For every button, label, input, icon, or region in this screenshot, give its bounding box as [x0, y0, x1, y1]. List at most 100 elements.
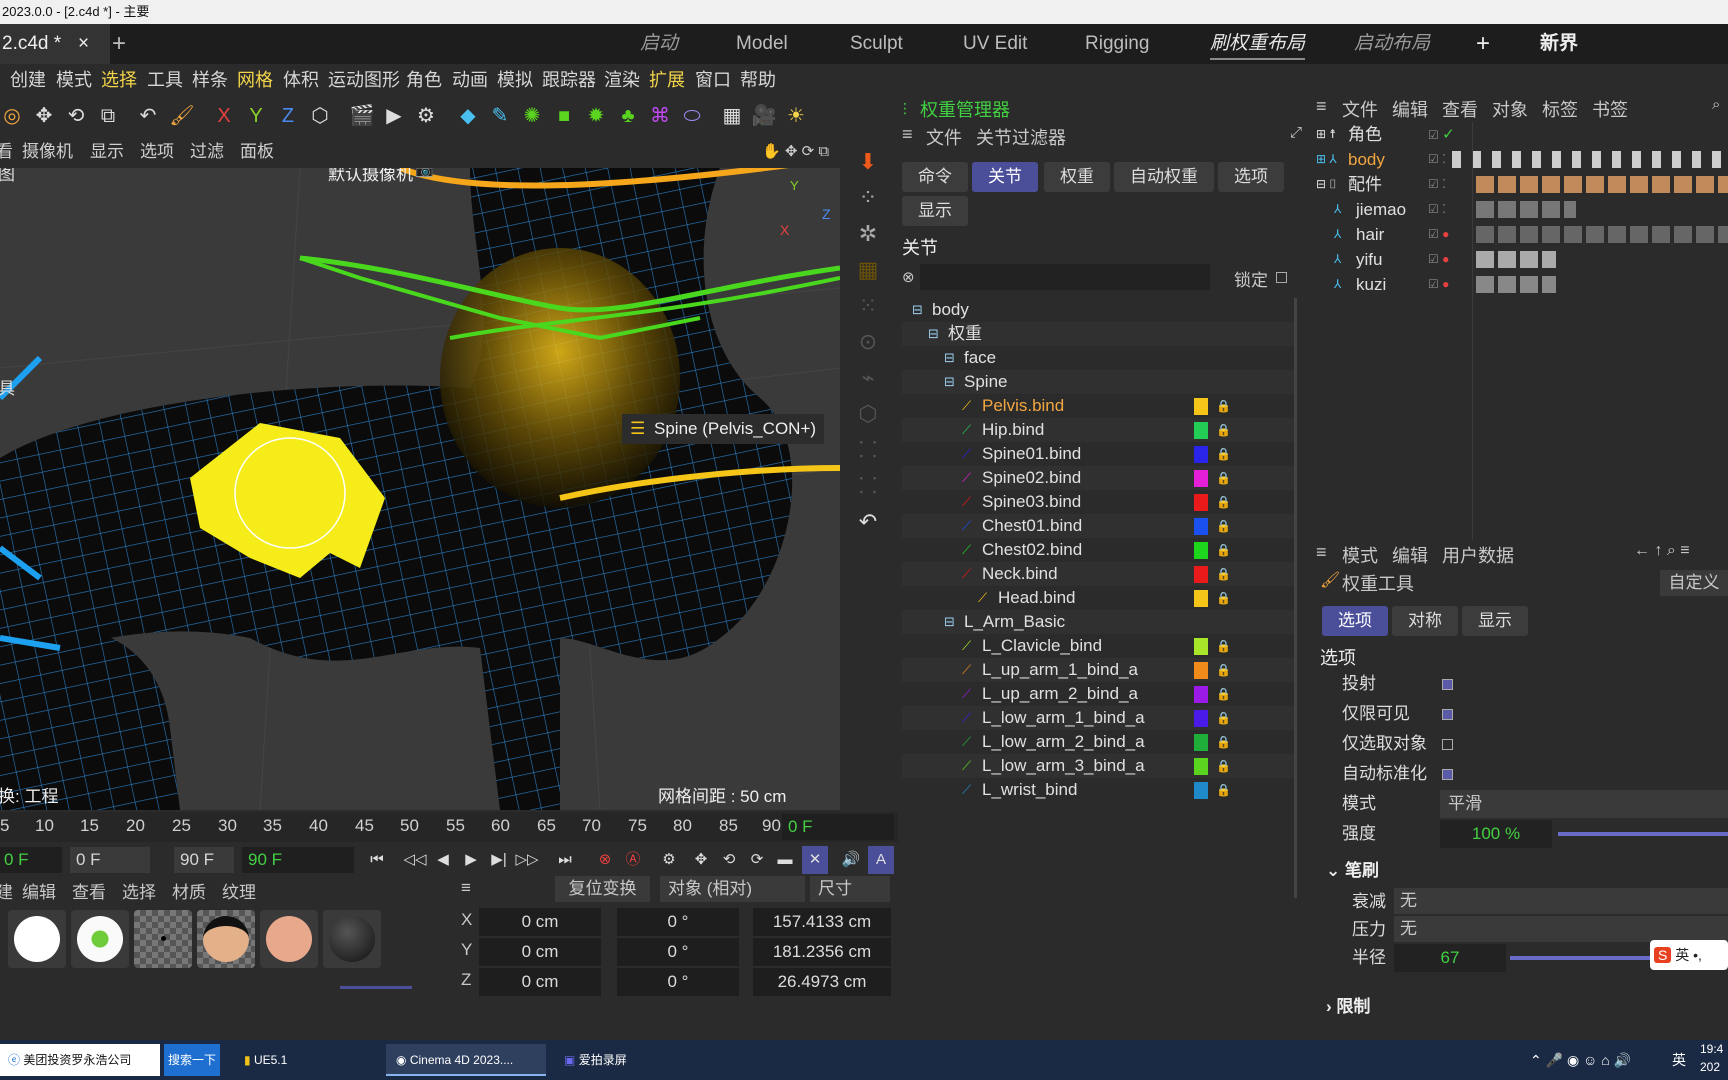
- joint-tree-row[interactable]: ⊟ face: [902, 346, 1294, 370]
- coord-mode-select[interactable]: 对象 (相对): [660, 876, 805, 902]
- deformer-icon[interactable]: ⌘: [644, 100, 676, 132]
- lock-icon[interactable]: 🔒: [1216, 538, 1231, 562]
- joint-tree-row[interactable]: ⟋ Pelvis.bind 🔒: [902, 394, 1294, 418]
- layout-tab-uvedit[interactable]: UV Edit: [963, 24, 1027, 64]
- mat-menu-texture[interactable]: 纹理: [222, 878, 256, 903]
- joint-tree-row[interactable]: ⟋ L_low_arm_1_bind_a 🔒: [902, 706, 1294, 730]
- taskbar-cinema4d[interactable]: ◉ Cinema 4D 2023....: [386, 1044, 546, 1076]
- scale-icon[interactable]: ⧉: [92, 100, 124, 132]
- vp-menu-filter[interactable]: 过滤: [190, 136, 224, 168]
- pressure-select[interactable]: 无: [1394, 916, 1728, 942]
- joint-tree-row[interactable]: ⟋ Hip.bind 🔒: [902, 418, 1294, 442]
- menu-character[interactable]: 角色: [406, 64, 442, 96]
- start-frame-field[interactable]: 0 F: [0, 847, 62, 873]
- strength-field[interactable]: 100 %: [1440, 820, 1552, 848]
- layout-tab-model[interactable]: Model: [736, 24, 788, 64]
- mat-menu-create[interactable]: 建: [0, 878, 13, 903]
- field-icon[interactable]: ⬭: [676, 100, 708, 132]
- tab-options[interactable]: 选项: [1218, 162, 1284, 192]
- tab-weights[interactable]: 权重: [1044, 162, 1110, 192]
- coord-menu-icon[interactable]: ≡: [461, 878, 471, 898]
- reset-transform-button[interactable]: 复位变换: [555, 876, 650, 902]
- mat-menu-select[interactable]: 选择: [122, 878, 156, 903]
- render-picture-icon[interactable]: ▶: [378, 100, 410, 132]
- joint-color-swatch[interactable]: [1194, 758, 1208, 775]
- layout-tab-start[interactable]: 启动: [640, 24, 678, 64]
- material-swatch[interactable]: [323, 910, 381, 968]
- joint-tree-row[interactable]: ⟋ Spine01.bind 🔒: [902, 442, 1294, 466]
- option-selected-only[interactable]: 仅选取对象: [1342, 730, 1722, 758]
- om-menu-file[interactable]: 文件: [1342, 96, 1378, 122]
- extrude-icon[interactable]: ■: [548, 100, 580, 132]
- menu-simulate[interactable]: 模拟: [497, 64, 533, 96]
- joint-color-swatch[interactable]: [1194, 566, 1208, 583]
- taskbar-browser-search[interactable]: ⓔ 美团投资罗永浩公司: [0, 1044, 160, 1076]
- brush-icon[interactable]: 🖌: [166, 100, 198, 132]
- joint-color-swatch[interactable]: [1194, 710, 1208, 727]
- mat-menu-edit[interactable]: 编辑: [22, 878, 56, 903]
- joint-tree-row[interactable]: ⟋ L_low_arm_2_bind_a 🔒: [902, 730, 1294, 754]
- am-menu-mode[interactable]: 模式: [1342, 542, 1378, 568]
- wm-menu-file[interactable]: 文件: [926, 124, 962, 150]
- max-frame-field[interactable]: 90 F: [174, 847, 234, 873]
- material-swatch[interactable]: [71, 910, 129, 968]
- limit-section-title[interactable]: › 限制: [1326, 992, 1370, 1017]
- joint-color-swatch[interactable]: [1194, 662, 1208, 679]
- end-frame-field[interactable]: 90 F: [242, 847, 354, 873]
- mode-select[interactable]: 平滑: [1440, 790, 1728, 818]
- undo-view-icon[interactable]: ↶: [848, 504, 888, 540]
- key-pla-icon[interactable]: ✕: [802, 846, 828, 874]
- snap-icon[interactable]: ⊙: [848, 324, 888, 360]
- joint-color-swatch[interactable]: [1194, 542, 1208, 559]
- goto-start-icon[interactable]: ⏮: [364, 846, 390, 874]
- am-menu-icon[interactable]: ≡: [1316, 542, 1327, 563]
- pen-icon[interactable]: ✎: [484, 100, 516, 132]
- lock-icon[interactable]: 🔒: [1216, 658, 1231, 682]
- prev-frame-icon[interactable]: ◀: [430, 846, 456, 874]
- camera-icon[interactable]: 🎥: [748, 100, 780, 132]
- menu-render[interactable]: 渲染: [604, 64, 640, 96]
- am-menu-userdata[interactable]: 用户数据: [1442, 542, 1514, 568]
- layout-tab-rigging[interactable]: Rigging: [1085, 24, 1149, 64]
- am-nav-icons[interactable]: ← ↑ ⌕ ≡: [1634, 542, 1690, 560]
- joint-search-input[interactable]: [920, 264, 1210, 290]
- om-menu-icon[interactable]: ≡: [1316, 96, 1327, 117]
- menu-volume[interactable]: 体积: [283, 64, 319, 96]
- lock-icon[interactable]: 🔒: [1216, 442, 1231, 466]
- key-scale-icon[interactable]: ⟳: [744, 846, 770, 874]
- joint-tree-row[interactable]: ⟋ L_up_arm_1_bind_a 🔒: [902, 658, 1294, 682]
- object-row-kuzi[interactable]: ⅄ kuzi ☑ ●: [1312, 272, 1728, 297]
- uv-mode-icon[interactable]: ⁙: [848, 288, 888, 324]
- wm-menu-icon[interactable]: ≡: [902, 124, 913, 145]
- cube-icon[interactable]: ◆: [452, 100, 484, 132]
- joint-tree-row[interactable]: ⟋ Spine02.bind 🔒: [902, 466, 1294, 490]
- solo-icon[interactable]: ⬡: [848, 396, 888, 432]
- vp-menu-camera[interactable]: 摄像机: [22, 136, 73, 168]
- render-view-icon[interactable]: 🎬: [346, 100, 378, 132]
- joint-tree-row[interactable]: ⟋ L_up_arm_2_bind_a 🔒: [902, 682, 1294, 706]
- menu-mode[interactable]: 模式: [56, 64, 92, 96]
- points-mode-icon[interactable]: ⁘: [848, 180, 888, 216]
- tab-joints[interactable]: 关节: [972, 162, 1038, 192]
- coord-size-select[interactable]: 尺寸: [810, 876, 890, 902]
- joint-tree-row[interactable]: ⟋ Head.bind 🔒: [902, 586, 1294, 610]
- pos-z-field[interactable]: 0 cm: [479, 968, 601, 996]
- tweak-icon[interactable]: ⸬: [848, 468, 888, 504]
- layout-tab-startlayout[interactable]: 启动布局: [1354, 24, 1430, 64]
- strength-slider[interactable]: [1558, 832, 1728, 836]
- menu-window[interactable]: 窗口: [695, 64, 731, 96]
- sound-icon[interactable]: 🔊: [838, 846, 864, 874]
- brush-section-title[interactable]: ⌄ 笔刷: [1326, 856, 1379, 881]
- om-menu-tags[interactable]: 标签: [1542, 96, 1578, 122]
- key-settings-icon[interactable]: ⚙: [656, 846, 682, 874]
- rot-b-field[interactable]: 0 °: [617, 968, 739, 996]
- size-x-field[interactable]: 157.4133 cm: [753, 908, 891, 936]
- document-tab[interactable]: 2.c4d * ×: [0, 24, 110, 64]
- joint-tree-row[interactable]: ⊟ Spine: [902, 370, 1294, 394]
- timeline-ruler[interactable]: 5 10 15 20 25 30 35 40 45 50 55 60 65 70…: [0, 812, 900, 842]
- key-param-icon[interactable]: ▬: [772, 846, 798, 874]
- om-menu-edit[interactable]: 编辑: [1392, 96, 1428, 122]
- rot-p-field[interactable]: 0 °: [617, 938, 739, 966]
- joint-tree-row[interactable]: ⊟ body: [902, 298, 1294, 322]
- menu-extensions[interactable]: 扩展: [649, 64, 685, 96]
